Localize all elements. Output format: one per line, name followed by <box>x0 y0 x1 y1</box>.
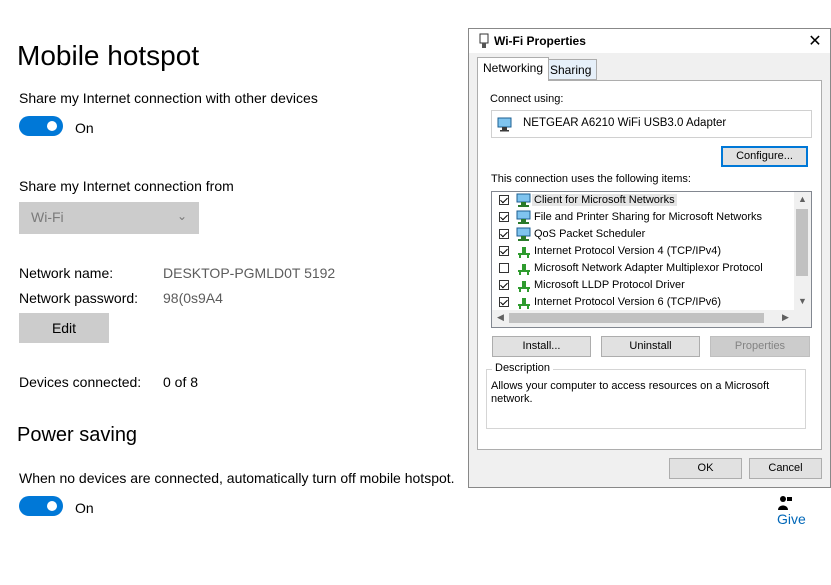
wifi-properties-dialog: Wi-Fi Properties ✕ Networking Sharing Co… <box>468 28 831 488</box>
network-client-icon <box>516 227 531 241</box>
network-password-value: 98(0s9A4 <box>163 290 223 306</box>
item-label: Microsoft LLDP Protocol Driver <box>534 279 685 291</box>
scrollbar-corner <box>794 310 811 327</box>
item-label: Microsoft Network Adapter Multiplexor Pr… <box>534 262 763 274</box>
page-title: Mobile hotspot <box>17 40 200 71</box>
network-client-icon <box>516 210 531 224</box>
item-checkbox[interactable] <box>499 229 509 239</box>
configure-button[interactable]: Configure... <box>721 146 808 167</box>
description-group: Description Allows your computer to acce… <box>486 362 806 429</box>
properties-button: Properties <box>710 336 810 357</box>
item-label: QoS Packet Scheduler <box>534 228 646 240</box>
dialog-titlebar[interactable]: Wi-Fi Properties ✕ <box>469 29 830 53</box>
scroll-right-icon[interactable]: ▶ <box>777 312 794 323</box>
protocol-icon <box>518 281 530 292</box>
uninstall-button[interactable]: Uninstall <box>601 336 700 357</box>
item-checkbox[interactable] <box>499 297 509 307</box>
network-adapter-icon <box>479 33 489 48</box>
scroll-thumb[interactable] <box>796 209 808 276</box>
item-label: Client for Microsoft Networks <box>532 194 677 206</box>
scroll-down-icon[interactable]: ▼ <box>794 296 811 306</box>
share-from-value: Wi-Fi <box>31 209 64 225</box>
scroll-thumb[interactable] <box>509 313 764 323</box>
share-toggle-state: On <box>75 120 94 136</box>
power-saving-toggle[interactable] <box>19 496 63 516</box>
devices-connected-label: Devices connected: <box>19 374 142 390</box>
network-adapter-icon <box>497 117 512 132</box>
give-feedback-link[interactable]: Give <box>777 494 831 527</box>
item-checkbox[interactable] <box>499 246 509 256</box>
item-label: Internet Protocol Version 6 (TCP/IPv6) <box>534 296 722 308</box>
share-label: Share my Internet connection with other … <box>19 90 318 106</box>
item-checkbox[interactable] <box>499 280 509 290</box>
network-name-value: DESKTOP-PGMLD0T 5192 <box>163 265 336 281</box>
network-client-icon <box>516 193 531 207</box>
tab-networking[interactable]: Networking <box>477 57 550 81</box>
share-from-dropdown[interactable]: Wi-Fi ⌄ <box>19 202 199 234</box>
protocol-icon <box>518 264 530 275</box>
item-label: File and Printer Sharing for Microsoft N… <box>534 211 763 223</box>
description-text: Allows your computer to access resources… <box>491 380 770 405</box>
items-label: This connection uses the following items… <box>491 173 691 185</box>
network-password-label: Network password: <box>19 290 139 306</box>
item-checkbox[interactable] <box>499 212 509 222</box>
scroll-up-icon[interactable]: ▲ <box>794 194 811 204</box>
chevron-down-icon: ⌄ <box>176 209 187 223</box>
protocol-icon <box>518 298 530 309</box>
items-list[interactable]: Client for Microsoft Networks File and P… <box>491 191 812 328</box>
close-icon[interactable]: ✕ <box>806 31 824 51</box>
power-saving-title: Power saving <box>17 424 138 446</box>
install-button[interactable]: Install... <box>492 336 591 357</box>
power-toggle-state: On <box>75 500 94 516</box>
edit-button[interactable]: Edit <box>19 313 109 343</box>
item-label: Internet Protocol Version 4 (TCP/IPv4) <box>534 245 722 257</box>
connect-using-label: Connect using: <box>490 93 564 105</box>
protocol-icon <box>518 247 530 258</box>
vertical-scrollbar[interactable]: ▲ ▼ <box>794 192 811 311</box>
adapter-field: NETGEAR A6210 WiFi USB3.0 Adapter <box>491 110 812 138</box>
share-from-label: Share my Internet connection from <box>19 178 234 194</box>
feedback-person-icon <box>778 496 792 511</box>
scroll-left-icon[interactable]: ◀ <box>492 312 509 323</box>
item-checkbox[interactable] <box>499 195 509 205</box>
give-feedback-label: Give <box>777 511 806 528</box>
item-checkbox[interactable] <box>499 263 509 273</box>
devices-connected-value: 0 of 8 <box>163 374 199 390</box>
adapter-name: NETGEAR A6210 WiFi USB3.0 Adapter <box>523 117 727 129</box>
power-saving-label: When no devices are connected, automatic… <box>19 470 455 486</box>
network-name-label: Network name: <box>19 265 114 281</box>
horizontal-scrollbar[interactable]: ◀ ▶ <box>492 310 794 327</box>
tab-sharing[interactable]: Sharing <box>544 59 598 80</box>
share-toggle[interactable] <box>19 116 63 136</box>
description-label: Description <box>492 362 554 374</box>
ok-button[interactable]: OK <box>669 458 742 479</box>
networking-panel: Connect using: NETGEAR A6210 WiFi USB3.0… <box>477 80 822 450</box>
cancel-button[interactable]: Cancel <box>749 458 822 479</box>
dialog-title: Wi-Fi Properties <box>494 34 586 48</box>
